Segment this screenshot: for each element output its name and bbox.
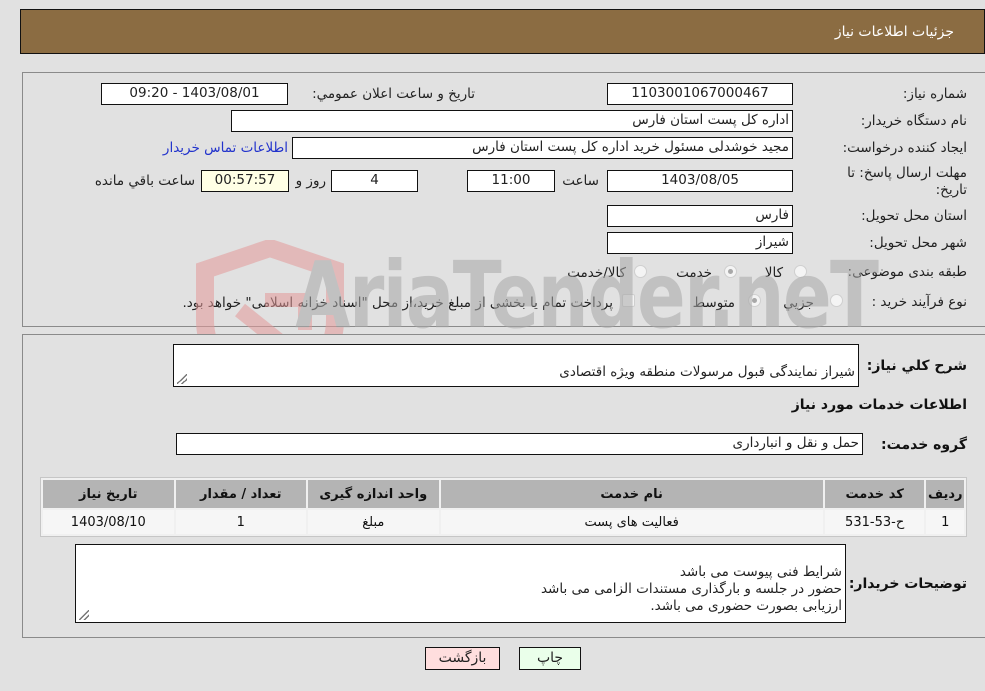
col-header-quantity: تعداد / مقدار [175,480,307,508]
cell-row-number: 1 [926,510,964,534]
deadline-label: مهلت ارسال پاسخ: تا تاريخ: [847,165,967,198]
creator-label: ايجاد کننده درخواست: [842,140,967,156]
province-label: استان محل تحويل: [861,208,967,224]
announce-date-label: تاريخ و ساعت اعلان عمومي: [312,86,475,102]
need-number-label: شماره نياز: [902,86,967,102]
cell-unit: مبلغ [308,510,439,534]
service-group-label: گروه خدمت: [881,437,967,453]
print-button[interactable]: چاپ [519,647,581,670]
deadline-time-field[interactable]: 11:00 [467,170,555,192]
treasury-payment-checkbox[interactable] [622,294,635,307]
col-header-service-name: نام خدمت [440,480,823,508]
remaining-time-label: ساعت باقي مانده [94,173,195,189]
back-button[interactable]: بازگشت [425,647,500,670]
process-radio-medium[interactable] [748,294,761,307]
table-header-row: رديف کد خدمت نام خدمت واحد اندازه گيری ت… [43,480,964,508]
buyer-notes-label: توضيحات خريدار: [848,576,967,592]
cell-service-name: فعالیت های پست [440,510,823,534]
cell-quantity: 1 [175,510,307,534]
col-header-need-date: تاريخ نياز [43,480,174,508]
cell-need-date: 1403/08/10 [43,510,174,534]
table-row[interactable]: 1 ح-53-531 فعالیت های پست مبلغ 1 1403/08… [43,510,964,534]
deadline-date-field[interactable]: 1403/08/05 [607,170,793,192]
announce-date-field[interactable]: 1403/08/01 - 09:20 [101,83,288,105]
col-header-unit: واحد اندازه گيری [308,480,439,508]
buyer-contact-link[interactable]: اطلاعات تماس خريدار [163,140,288,156]
services-heading: اطلاعات خدمات مورد نياز [791,397,967,413]
category-option-goods-service: کالا/خدمت [567,265,626,281]
cell-service-code: ح-53-531 [824,510,925,534]
process-option-medium: متوسط [692,295,735,311]
buyer-org-label: نام دستگاه خريدار: [860,113,967,129]
treasury-payment-note: پرداخت تمام يا بخشی از مبلغ خريد،از محل … [182,295,613,311]
category-radio-goods-service[interactable] [634,265,647,278]
process-type-label: نوع فرآيند خريد : [871,294,967,310]
process-option-minor: جزيي [783,295,814,311]
days-label: روز و [295,173,326,189]
days-remaining-field[interactable]: 4 [331,170,418,192]
buyer-org-field[interactable]: اداره کل پست استان فارس [231,110,793,132]
city-field[interactable]: شیراز [607,232,793,254]
category-label: طبقه بندی موضوعی: [847,264,967,280]
description-label: شرح کلي نياز: [866,358,967,374]
deadline-time-label: ساعت [562,173,599,189]
buyer-notes-textarea[interactable]: شرایط فنی پیوست می باشد حضور در جلسه و ب… [75,544,846,623]
category-radio-goods[interactable] [794,265,807,278]
col-header-service-code: کد خدمت [824,480,925,508]
resize-grip-icon[interactable] [177,374,187,384]
province-field[interactable]: فارس [607,205,793,227]
services-table: رديف کد خدمت نام خدمت واحد اندازه گيری ت… [40,477,967,537]
resize-grip-icon[interactable] [79,610,89,620]
need-number-field[interactable]: 1103001067000467 [607,83,793,105]
page-title: جزئيات اطلاعات نياز [834,24,954,40]
category-radio-service[interactable] [724,265,737,278]
col-header-row-number: رديف [926,480,964,508]
description-text: شیراز نمایندگی قبول مرسولات منطقه ویژه ا… [559,364,855,380]
process-radio-minor[interactable] [830,294,843,307]
remaining-time-field: 00:57:57 [201,170,289,192]
service-group-field[interactable]: حمل و نقل و انبارداری [176,433,863,455]
category-option-service: خدمت [676,265,712,281]
buyer-notes-text: شرایط فنی پیوست می باشد حضور در جلسه و ب… [540,564,842,614]
category-option-goods: کالا [764,265,783,281]
description-textarea[interactable]: شیراز نمایندگی قبول مرسولات منطقه ویژه ا… [173,344,859,387]
page-header: جزئيات اطلاعات نياز [20,9,985,54]
creator-field[interactable]: مجید خوشدلی مسئول خرید اداره کل پست استا… [292,137,793,159]
city-label: شهر محل تحويل: [869,235,967,251]
